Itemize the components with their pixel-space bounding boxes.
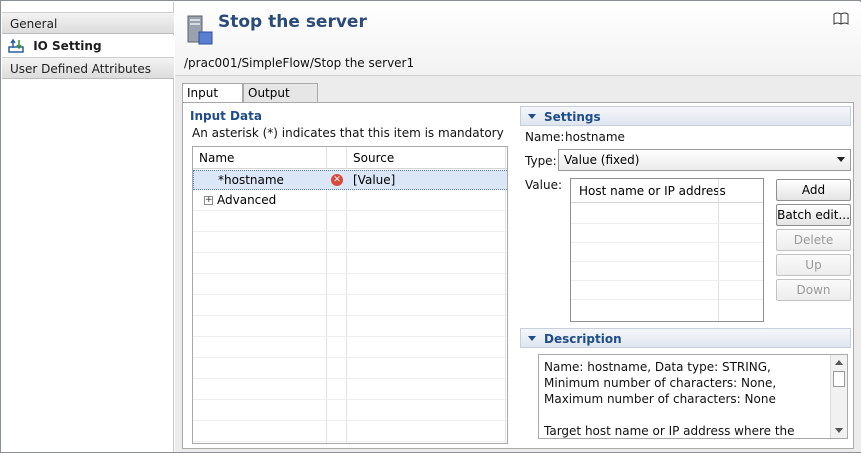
settings-section-header[interactable]: Settings [520, 106, 851, 126]
description-box[interactable]: Name: hostname, Data type: STRING, Minim… [538, 354, 848, 439]
table-row-hostname[interactable]: *hostname ✕ [Value] [193, 170, 507, 190]
table-row-advanced[interactable]: + Advanced [193, 191, 507, 211]
table-row-divider [571, 261, 763, 262]
table-row [193, 275, 507, 295]
input-data-table: Name Source *hostname ✕ [Value] + Advanc… [192, 146, 508, 444]
type-label: Type: [525, 154, 557, 168]
breadcrumb: /prac001/SimpleFlow/Stop the server1 [184, 56, 415, 70]
sidebar-item-label: General [10, 17, 58, 31]
header: Stop the server /prac001/SimpleFlow/Stop… [175, 2, 861, 76]
table-row [193, 401, 507, 421]
window: General IO Setting User Defined Attribut… [0, 0, 861, 453]
table-row [193, 380, 507, 400]
sidebar-item-label: IO Setting [33, 39, 102, 53]
table-row [193, 422, 507, 442]
io-setting-icon [8, 39, 24, 53]
table-row [193, 296, 507, 316]
column-header-source[interactable]: Source [353, 151, 394, 165]
description-scrollbar[interactable] [830, 355, 847, 438]
table-row [193, 233, 507, 253]
table-row [193, 338, 507, 358]
column-header-name[interactable]: Name [199, 151, 234, 165]
main-panel: Stop the server /prac001/SimpleFlow/Stop… [175, 2, 861, 452]
server-icon [187, 15, 213, 45]
table-row [193, 317, 507, 337]
row-name: *hostname [218, 173, 284, 187]
add-button[interactable]: Add [776, 179, 851, 201]
table-header: Name Source [193, 147, 507, 169]
tab-content: Input Data An asterisk (*) indicates tha… [182, 102, 854, 449]
scroll-thumb[interactable] [833, 371, 845, 387]
page-title: Stop the server [218, 12, 367, 32]
table-row [193, 212, 507, 232]
input-data-title: Input Data [190, 109, 262, 123]
help-book-icon[interactable] [833, 12, 849, 25]
description-title: Description [544, 332, 622, 346]
value-label: Value: [525, 178, 562, 192]
row-name: Advanced [217, 193, 277, 207]
row-source: [Value] [353, 173, 396, 187]
chevron-down-icon [837, 157, 845, 162]
value-column-header[interactable]: Host name or IP address [579, 184, 726, 198]
collapse-arrow-icon [528, 114, 536, 119]
tab-output-data[interactable]: Output Data [243, 83, 318, 118]
table-row-divider [571, 223, 763, 224]
up-button[interactable]: Up [776, 254, 851, 276]
error-icon: ✕ [331, 174, 343, 186]
value-table[interactable]: Host name or IP address [570, 178, 764, 322]
name-value: hostname [565, 130, 625, 144]
sidebar-item-general[interactable]: General [2, 12, 174, 34]
name-label: Name: [525, 130, 565, 144]
description-text: Name: hostname, Data type: STRING, Minim… [544, 360, 795, 438]
sidebar-item-user-defined-attributes[interactable]: User Defined Attributes [2, 57, 174, 79]
description-section-header[interactable]: Description [520, 328, 851, 348]
sidebar-item-label: User Defined Attributes [10, 62, 152, 76]
mandatory-note: An asterisk (*) indicates that this item… [192, 126, 504, 140]
column-divider [718, 179, 719, 321]
delete-button[interactable]: Delete [776, 229, 851, 251]
settings-title: Settings [544, 110, 601, 124]
table-row-divider [571, 242, 763, 243]
down-button[interactable]: Down [776, 279, 851, 301]
type-select[interactable]: Value (fixed) [558, 149, 851, 171]
scroll-up-icon[interactable] [835, 360, 843, 365]
value-table-header: Host name or IP address [571, 179, 763, 203]
table-row [193, 254, 507, 274]
sidebar-item-io-setting[interactable]: IO Setting [2, 35, 174, 57]
collapse-arrow-icon [528, 336, 536, 341]
scroll-down-icon[interactable] [835, 428, 843, 433]
table-row-divider [571, 280, 763, 281]
tab-input-data[interactable]: Input Data [182, 83, 243, 118]
expand-plus-icon[interactable]: + [204, 196, 213, 205]
type-select-value: Value (fixed) [564, 153, 640, 167]
sidebar: General IO Setting User Defined Attribut… [2, 2, 174, 452]
batch-edit-button[interactable]: Batch edit... [776, 204, 851, 226]
table-row-divider [571, 299, 763, 300]
table-row [193, 359, 507, 379]
